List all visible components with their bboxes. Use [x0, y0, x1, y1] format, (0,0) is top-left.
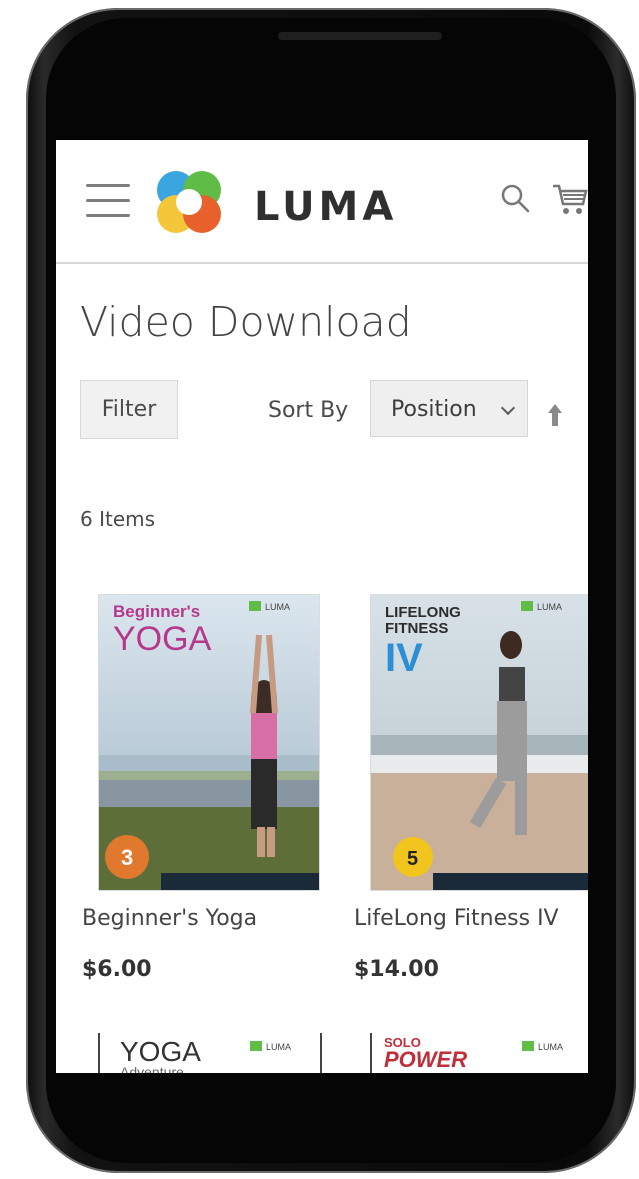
search-icon[interactable]	[500, 183, 530, 213]
sort-select[interactable]: Position	[370, 380, 528, 437]
cart-icon[interactable]	[552, 182, 588, 216]
cover-badge: 5	[407, 848, 418, 870]
partial-cover-title: YOGA	[120, 1036, 201, 1067]
partial-cover-brand: LUMA	[538, 1042, 563, 1052]
partial-cover-title-line2: POWER	[384, 1047, 467, 1072]
filter-button[interactable]: Filter	[80, 380, 178, 439]
items-count: 6 Items	[80, 507, 156, 531]
cover-title-line2: YOGA	[113, 620, 212, 658]
product-image[interactable]: Beginner's YOGA LUMA 3	[98, 594, 320, 891]
product-name[interactable]: Beginner's Yoga	[82, 906, 257, 931]
product-price: $6.00	[82, 957, 152, 982]
cover-badge: 3	[121, 845, 133, 870]
page-title: Video Download	[80, 298, 412, 346]
yoga-cover-art: Beginner's YOGA LUMA 3	[99, 595, 319, 890]
product-image[interactable]: LIFELONG FITNESS IV LUMA 5	[370, 594, 588, 891]
cover-brand: LUMA	[537, 602, 562, 612]
partial-cover-art: YOGA Adventure LUMA	[100, 1033, 320, 1073]
hamburger-icon[interactable]	[86, 184, 130, 217]
product-image[interactable]: YOGA Adventure LUMA	[98, 1033, 322, 1073]
partial-cover-brand: LUMA	[266, 1042, 291, 1052]
luma-logo-icon[interactable]	[150, 162, 228, 240]
fitness-cover-art: LIFELONG FITNESS IV LUMA 5	[371, 595, 588, 890]
screen: LUMA Video Download Filter Sort By Posit…	[56, 140, 588, 1073]
product-image[interactable]: SOLO POWER LUMA	[370, 1033, 588, 1073]
cover-title-line2: FITNESS	[385, 620, 448, 637]
chevron-down-icon	[500, 400, 516, 416]
sort-value: Position	[391, 397, 477, 422]
partial-cover-art: SOLO POWER LUMA	[372, 1033, 588, 1073]
logo-text[interactable]: LUMA	[254, 184, 397, 230]
site-header: LUMA	[56, 140, 588, 264]
arrow-up-icon[interactable]	[548, 404, 562, 426]
cover-title-line1: LIFELONG	[385, 604, 461, 621]
product-price: $14.00	[354, 957, 439, 982]
cover-brand: LUMA	[265, 602, 290, 612]
sort-by-label: Sort By	[268, 398, 349, 423]
cover-title-line3: IV	[385, 636, 423, 680]
partial-cover-subtitle: Adventure	[120, 1064, 184, 1073]
cover-title-line1: Beginner's	[113, 602, 200, 621]
product-name[interactable]: LifeLong Fitness IV	[354, 906, 559, 931]
phone-speaker	[278, 32, 442, 40]
